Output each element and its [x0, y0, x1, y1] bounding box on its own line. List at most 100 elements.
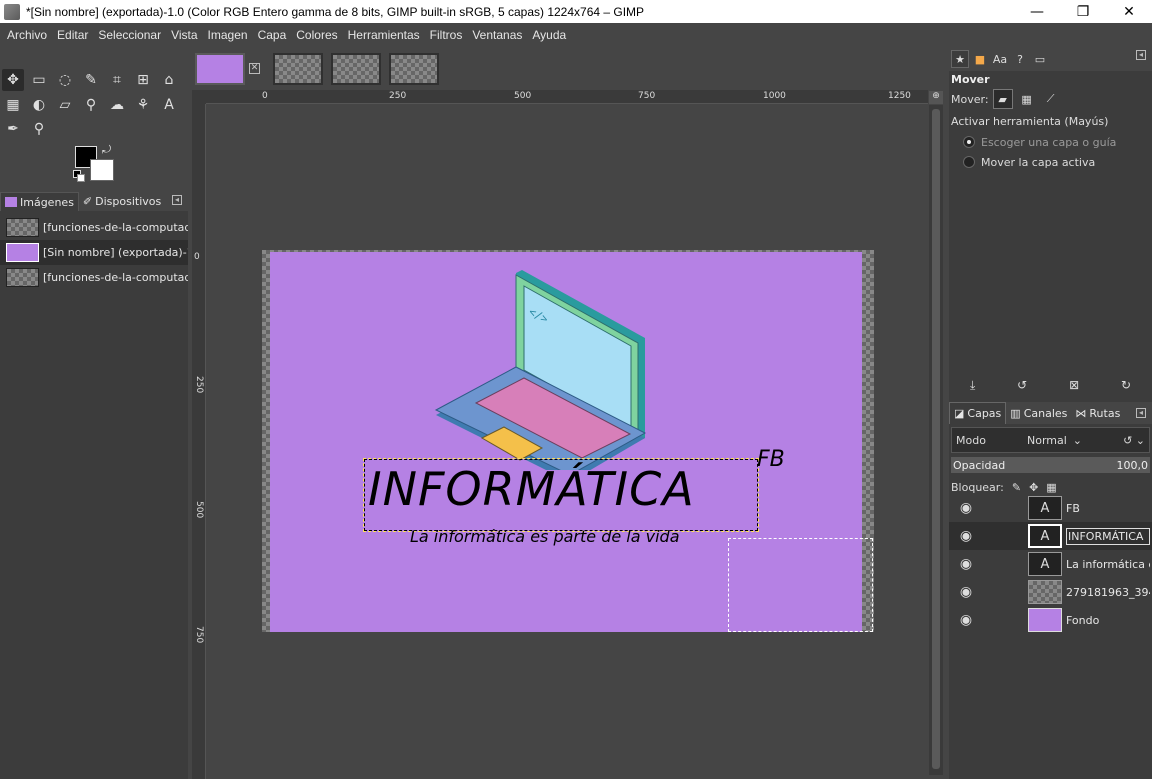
layer-name[interactable]: INFORMÁTICA	[1066, 527, 1150, 545]
color-picker-tool-icon[interactable]: ✒	[2, 118, 24, 140]
list-item[interactable]: [funciones-de-la-computador	[0, 215, 188, 240]
fuzzy-select-tool-icon[interactable]: ✎	[80, 69, 102, 91]
crop-tool-icon[interactable]: ⌗	[106, 69, 128, 91]
menu-ventanas[interactable]: Ventanas	[469, 28, 525, 42]
fill-layer-thumbnail	[1028, 608, 1062, 632]
zoom-fit-icon[interactable]: ⊕	[929, 91, 943, 104]
eye-icon[interactable]: ◉	[951, 612, 981, 628]
fonts-icon[interactable]: Aa	[991, 50, 1009, 68]
panel-menu-icon[interactable]: ◂	[1136, 408, 1146, 418]
laptop-illustration: </>	[434, 270, 647, 470]
close-button[interactable]: ✕	[1106, 0, 1152, 23]
image-thumbnail	[6, 268, 39, 287]
delete-options-icon[interactable]: ⊠	[1069, 378, 1079, 392]
swap-colors-icon[interactable]: ⤾	[102, 143, 111, 157]
list-item-label: [funciones-de-la-computador	[43, 221, 188, 234]
background-color-swatch[interactable]	[90, 159, 114, 181]
image-tab-active[interactable]	[195, 53, 245, 85]
menu-capa[interactable]: Capa	[255, 28, 290, 42]
path-tool-icon[interactable]: ⚘	[132, 94, 154, 116]
layer-row[interactable]: ◉ 279181963_394	[949, 578, 1152, 606]
tool-options-icon[interactable]: ★	[951, 50, 969, 68]
tab-capas[interactable]: ◪ Capas	[949, 402, 1007, 424]
reset-options-icon[interactable]: ↻	[1121, 378, 1131, 392]
layers-panel-tabs: ◪ Capas ▥ Canales ⋈ Rutas ◂	[949, 402, 1152, 424]
menu-colores[interactable]: Colores	[293, 28, 340, 42]
tab-imagenes[interactable]: Imágenes	[0, 192, 79, 211]
vertical-scrollbar[interactable]	[929, 105, 943, 775]
menu-seleccionar[interactable]: Seleccionar	[95, 28, 164, 42]
chevron-down-icon: ⌄	[1072, 433, 1083, 447]
radio-dot[interactable]	[963, 156, 975, 168]
clone-tool-icon[interactable]: ⚲	[80, 94, 102, 116]
tab-dispositivos[interactable]: ✐ Dispositivos	[79, 192, 165, 211]
paint-tool-icon[interactable]: ◐	[28, 94, 50, 116]
eye-icon[interactable]: ◉	[951, 556, 981, 572]
save-options-icon[interactable]: ⤓	[970, 378, 975, 393]
document-history-icon[interactable]: ▭	[1031, 50, 1049, 68]
tool-options-title: Mover	[951, 73, 990, 86]
lock-alpha-icon[interactable]: ▦	[1046, 481, 1056, 494]
maximize-button[interactable]: ❐	[1060, 0, 1106, 23]
eye-icon[interactable]: ◉	[951, 584, 981, 600]
rect-select-tool-icon[interactable]: ▭	[28, 69, 50, 91]
restore-options-icon[interactable]: ↺	[1017, 378, 1027, 392]
radio-pick-layer[interactable]: Escoger una capa o guía	[949, 132, 1152, 152]
panel-menu-icon[interactable]: ◂	[172, 195, 182, 205]
menu-vista[interactable]: Vista	[168, 28, 200, 42]
layer-row[interactable]: ◉ A FB	[949, 494, 1152, 522]
tab-rutas[interactable]: ⋈ Rutas	[1071, 402, 1124, 424]
text-tool-icon[interactable]: A	[158, 94, 180, 116]
lock-pixels-icon[interactable]: ✎	[1012, 481, 1021, 494]
brushes-icon[interactable]: ■	[971, 50, 989, 68]
smudge-tool-icon[interactable]: ☁	[106, 94, 128, 116]
layer-mode-select[interactable]: Normal ⌄	[1027, 434, 1082, 447]
list-item[interactable]: [funciones-de-la-computador	[0, 265, 188, 290]
ruler-corner[interactable]	[192, 90, 206, 104]
opacity-value[interactable]: 100,0	[1117, 459, 1149, 472]
tab-canales[interactable]: ▥ Canales	[1006, 402, 1071, 424]
lasso-tool-icon[interactable]: ◌	[54, 69, 76, 91]
minimize-button[interactable]: —	[1014, 0, 1060, 23]
menu-archivo[interactable]: Archivo	[4, 28, 50, 42]
layer-row[interactable]: ◉ A La informática es	[949, 550, 1152, 578]
move-path-mode-icon[interactable]: ⟋	[1041, 89, 1061, 109]
ruler-top[interactable]: 0 250 500 750 1000 1250	[206, 90, 928, 104]
help-icon[interactable]: ?	[1011, 50, 1029, 68]
image-tab[interactable]	[389, 53, 439, 85]
layer-row[interactable]: ◉ Fondo	[949, 606, 1152, 634]
eye-icon[interactable]: ◉	[951, 528, 981, 544]
eraser-tool-icon[interactable]: ▱	[54, 94, 76, 116]
lock-position-icon[interactable]: ✥	[1029, 481, 1038, 494]
ruler-left[interactable]: 0 250 500 750	[192, 104, 206, 779]
default-colors-icon[interactable]	[73, 170, 85, 182]
close-icon[interactable]: ✕	[249, 63, 260, 74]
list-item[interactable]: [Sin nombre] (exportada)-1	[0, 240, 188, 265]
menu-ayuda[interactable]: Ayuda	[529, 28, 569, 42]
panel-menu-icon[interactable]: ◂	[1136, 50, 1146, 60]
warp-tool-icon[interactable]: ⌂	[158, 69, 180, 91]
image-tab[interactable]	[273, 53, 323, 85]
move-mode-label: Mover:	[951, 92, 989, 106]
image-layer-thumbnail	[1028, 580, 1062, 604]
move-selection-mode-icon[interactable]: ▦	[1017, 89, 1037, 109]
scrollbar-thumb[interactable]	[932, 109, 940, 769]
transform-tool-icon[interactable]: ⊞	[132, 69, 154, 91]
menu-imagen[interactable]: Imagen	[205, 28, 251, 42]
move-mode-row: Mover: ▰ ▦ ⟋	[949, 88, 1152, 110]
layer-mode-reset-icon[interactable]: ↺ ⌄	[1123, 434, 1145, 447]
move-tool-icon[interactable]: ✥	[2, 69, 24, 91]
radio-dot[interactable]	[963, 136, 975, 148]
menu-herramientas[interactable]: Herramientas	[345, 28, 423, 42]
menu-filtros[interactable]: Filtros	[427, 28, 466, 42]
layer-row[interactable]: ◉ A INFORMÁTICA	[949, 522, 1152, 550]
image-tab[interactable]	[331, 53, 381, 85]
opacity-slider[interactable]: Opacidad 100,0	[951, 457, 1150, 473]
radio-move-active-layer[interactable]: Mover la capa activa	[949, 152, 1152, 172]
zoom-tool-icon[interactable]: ⚲	[28, 118, 50, 140]
list-item-label: [Sin nombre] (exportada)-1	[43, 246, 188, 259]
fill-tool-icon[interactable]: ▦	[2, 94, 24, 116]
menu-editar[interactable]: Editar	[54, 28, 91, 42]
move-layer-mode-icon[interactable]: ▰	[992, 89, 1013, 109]
eye-icon[interactable]: ◉	[951, 500, 981, 516]
